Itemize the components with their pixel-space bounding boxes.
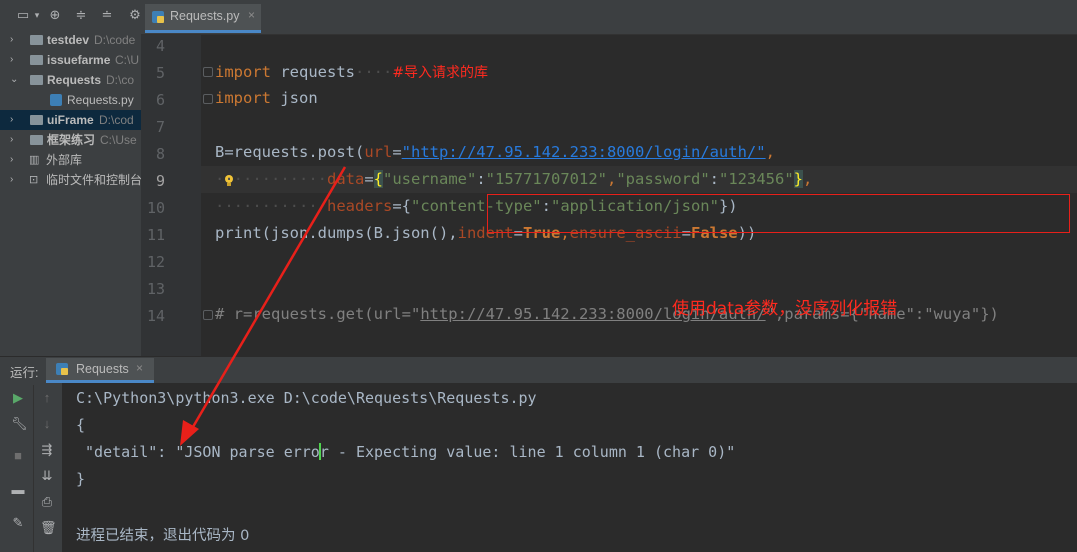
collapse-arrow-icon[interactable]: ⌄ — [10, 70, 20, 90]
project-tree: › testdev D:\code › issuefarme C:\U ⌄ Requests D… — [0, 30, 141, 190]
console-command: C:\Python3\python3.exe D:\code\Requests\… — [76, 389, 537, 407]
pin-icon[interactable]: ✎ — [11, 516, 25, 530]
code-editor[interactable]: 4 5 6 7 8 9 10 11 12 13 14 import requests····#导入请… — [141, 35, 1077, 356]
tree-item[interactable]: ⌄ Requests D:\co — [0, 70, 141, 90]
line-number: 10 — [146, 199, 165, 217]
stop-icon[interactable]: ■ — [11, 449, 25, 463]
folder-icon — [30, 115, 43, 125]
line-number: 6 — [155, 91, 165, 109]
project-view-icon[interactable]: ▭ — [16, 8, 30, 22]
console-output-open: { — [76, 416, 86, 434]
run-toolbar: ▶ ↑ 🔧︎ ↓ ■ ⇶ ⇊ ▬ ⎙ ✎ 🗑︎ — [0, 383, 62, 552]
folder-icon — [30, 135, 43, 145]
collapse-all-icon[interactable]: ≐ — [100, 8, 114, 22]
code-line-9: ············data={"username":"1577170701… — [215, 170, 813, 188]
tree-item-path: D:\cod — [99, 113, 134, 127]
tree-item-path: C:\Use — [100, 133, 137, 147]
editor-tab-bar: Requests.py × — [141, 0, 1077, 35]
layout-icon[interactable]: ▬ — [11, 483, 25, 497]
code-line-8: B=requests.post(url="http://47.95.142.23… — [215, 143, 775, 161]
tree-item-path: C:\U — [115, 53, 139, 67]
line-number: 12 — [146, 253, 165, 271]
folder-icon — [30, 55, 43, 65]
print-icon[interactable]: ⎙ — [40, 495, 54, 509]
tab-close-icon[interactable]: × — [248, 8, 255, 22]
fold-marker-icon[interactable] — [203, 310, 213, 320]
expand-arrow-icon[interactable]: › — [10, 170, 20, 190]
tree-item[interactable]: › testdev D:\code — [0, 30, 141, 50]
python-file-icon — [50, 94, 62, 106]
line-gutter: 4 5 6 7 8 9 10 11 12 13 14 — [141, 35, 201, 356]
tree-item-label: Requests — [47, 73, 102, 87]
run-tab-label: Requests — [76, 362, 129, 376]
line-number: 8 — [155, 145, 165, 163]
run-tab-close-icon[interactable]: × — [136, 361, 143, 375]
line-number: 7 — [155, 118, 165, 136]
line-number: 11 — [146, 226, 165, 244]
line-number: 13 — [146, 280, 165, 298]
tree-item-label: uiFrame — [47, 113, 94, 127]
run-tab-bar: 运行: Requests × — [0, 356, 1077, 384]
down-icon[interactable]: ↓ — [40, 417, 54, 431]
locate-icon[interactable]: ⊕ — [48, 8, 62, 22]
tree-item-label: 临时文件和控制台 — [46, 173, 141, 187]
python-run-icon — [56, 363, 68, 375]
fold-marker-icon[interactable] — [203, 67, 213, 77]
highlight-box — [487, 194, 1070, 233]
tree-item-path: D:\code — [94, 33, 136, 47]
expand-arrow-icon[interactable]: › — [10, 150, 20, 170]
wrench-icon[interactable]: 🔧︎ — [11, 417, 28, 431]
fold-marker-icon[interactable] — [203, 94, 213, 104]
scratches-icon: ⊡ — [29, 174, 39, 186]
tree-item-path: D:\co — [106, 73, 135, 87]
settings-icon[interactable]: ⚙ — [128, 8, 141, 22]
run-panel-label: 运行: — [10, 366, 39, 380]
tree-item[interactable]: › ⊡ 临时文件和控制台 — [0, 170, 141, 190]
line-number: 14 — [146, 307, 165, 325]
tree-item-label: testdev — [47, 33, 90, 47]
tree-item-label: 框架练习 — [47, 133, 96, 147]
tab-label: Requests.py — [170, 9, 240, 23]
expand-all-icon[interactable]: ≑ — [74, 8, 88, 22]
line-number: 4 — [155, 37, 165, 55]
tree-item-label: Requests.py — [67, 93, 134, 107]
code-line-5: import requests····#导入请求的库 — [215, 63, 489, 81]
folder-icon — [30, 75, 43, 85]
code-line-6: import json — [215, 89, 318, 107]
library-icon: ▥ — [29, 154, 40, 166]
tree-item[interactable]: › issuefarme C:\U — [0, 50, 141, 70]
console-output-detail: "detail": "JSON parse error - Expecting … — [76, 443, 736, 461]
soft-wrap-icon[interactable]: ⇶ — [40, 443, 54, 457]
tree-item-label: issuefarme — [47, 53, 111, 67]
up-icon[interactable]: ↑ — [40, 391, 54, 405]
tree-item[interactable]: › 框架练习 C:\Use — [0, 130, 141, 150]
expand-arrow-icon[interactable]: › — [10, 130, 20, 150]
tree-item[interactable]: › uiFrame D:\cod — [0, 110, 141, 130]
tree-item[interactable]: › ▥ 外部库 — [0, 150, 141, 170]
console-output-close: } — [76, 470, 86, 488]
tree-item-label: 外部库 — [46, 153, 83, 167]
line-number: 5 — [155, 64, 165, 82]
dropdown-icon[interactable]: ▾ — [30, 8, 44, 22]
run-console[interactable]: C:\Python3\python3.exe D:\code\Requests\… — [62, 383, 1077, 552]
line-number: 9 — [155, 172, 165, 190]
annotation-text: 使用data参数，没序列化报错 — [672, 299, 898, 319]
expand-arrow-icon[interactable]: › — [10, 30, 20, 50]
run-tab-requests[interactable]: Requests × — [46, 358, 154, 383]
scroll-to-end-icon[interactable]: ⇊ — [40, 469, 54, 483]
expand-arrow-icon[interactable]: › — [10, 110, 20, 130]
tree-item[interactable]: Requests.py — [0, 90, 141, 110]
run-toolbar-divider — [33, 385, 34, 552]
rerun-icon[interactable]: ▶ — [11, 391, 25, 405]
console-exit-message: 进程已结束，退出代码为 0 — [76, 528, 250, 544]
tab-requests-py[interactable]: Requests.py × — [145, 4, 261, 33]
project-panel: ▭ ▾ ⊕ ≑ ≐ ⚙ › testdev D:\code › issuefarme C:… — [0, 0, 141, 356]
trash-icon[interactable]: 🗑︎ — [40, 521, 57, 535]
expand-arrow-icon[interactable]: › — [10, 50, 20, 70]
folder-icon — [30, 35, 43, 45]
project-toolbar: ▭ ▾ ⊕ ≑ ≐ ⚙ — [0, 0, 141, 30]
python-file-icon — [152, 11, 164, 23]
